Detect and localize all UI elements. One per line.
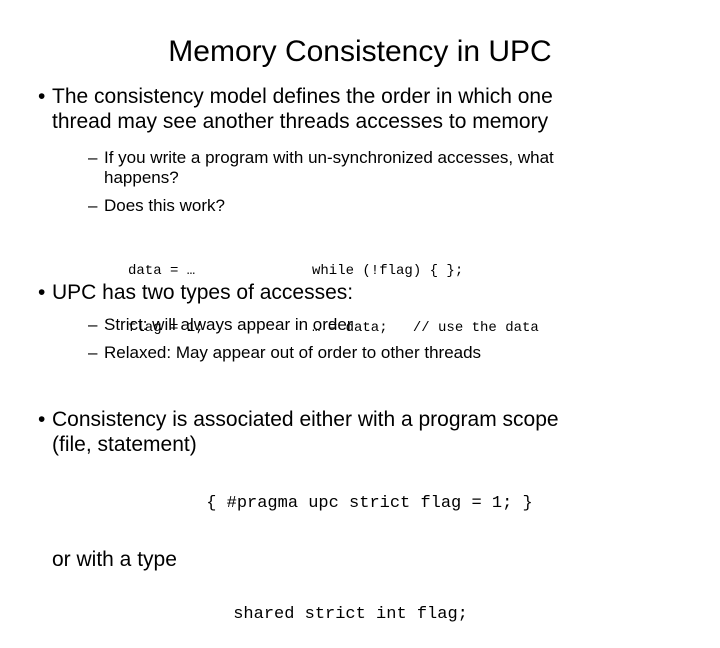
subbullet-item-does-this-work: – Does this work? xyxy=(0,196,720,216)
subbullet-line: If you write a program with un-synchroni… xyxy=(104,148,554,167)
bullet-line: (file, statement) xyxy=(52,433,197,456)
dash-glyph-icon: – xyxy=(88,148,98,167)
bullet-line: UPC has two types of accesses: xyxy=(52,281,354,304)
bullet-line: Consistency is associated either with a … xyxy=(52,408,559,431)
subbullet-line: happens? xyxy=(104,168,179,187)
dash-glyph-icon: – xyxy=(88,196,98,215)
bullet-item-consistency-model: • The consistency model defines the orde… xyxy=(0,84,720,134)
bullet-glyph-icon: • xyxy=(38,85,46,108)
slide-body: • The consistency model defines the orde… xyxy=(0,84,720,648)
subbullet-item-unsynchronized-accesses: – If you write a program with un-synchro… xyxy=(0,148,720,188)
text-or-with-a-type: or with a type xyxy=(0,547,720,572)
text-line: or with a type xyxy=(52,548,177,571)
code-block-shared-strict-decl: shared strict int flag; xyxy=(0,582,720,648)
subbullet-line: Strict: will always appear in order xyxy=(104,315,353,334)
bullet-glyph-icon: • xyxy=(38,281,46,304)
page-title: Memory Consistency in UPC xyxy=(168,35,552,69)
code-line: shared strict int flag; xyxy=(233,605,468,624)
code-line: { #pragma upc strict flag = 1; } xyxy=(206,494,533,513)
slide: Memory Consistency in UPC • The consiste… xyxy=(0,0,720,624)
dash-glyph-icon: – xyxy=(88,315,98,334)
bullet-glyph-icon: • xyxy=(38,408,46,431)
bullet-item-consistency-scope: • Consistency is associated either with … xyxy=(0,407,720,457)
dash-glyph-icon: – xyxy=(88,343,98,362)
code-line: while (!flag) { }; xyxy=(312,263,464,279)
subbullet-item-strict: – Strict: will always appear in order xyxy=(0,315,720,335)
subbullet-line: Does this work? xyxy=(104,196,225,215)
bullet-line: The consistency model defines the order … xyxy=(52,85,553,108)
bullet-line: thread may see another threads accesses … xyxy=(52,110,549,133)
code-block-two-thread-example: data = … flag = 1; while (!flag) { }; … … xyxy=(0,224,720,336)
subbullet-line: Relaxed: May appear out of order to othe… xyxy=(104,343,482,362)
code-block-pragma: { #pragma upc strict flag = 1; } xyxy=(0,471,720,537)
subbullet-item-relaxed: – Relaxed: May appear out of order to ot… xyxy=(0,343,720,363)
code-line: data = … xyxy=(128,263,196,279)
bullet-item-two-types-of-accesses: • UPC has two types of accesses: xyxy=(0,280,720,305)
